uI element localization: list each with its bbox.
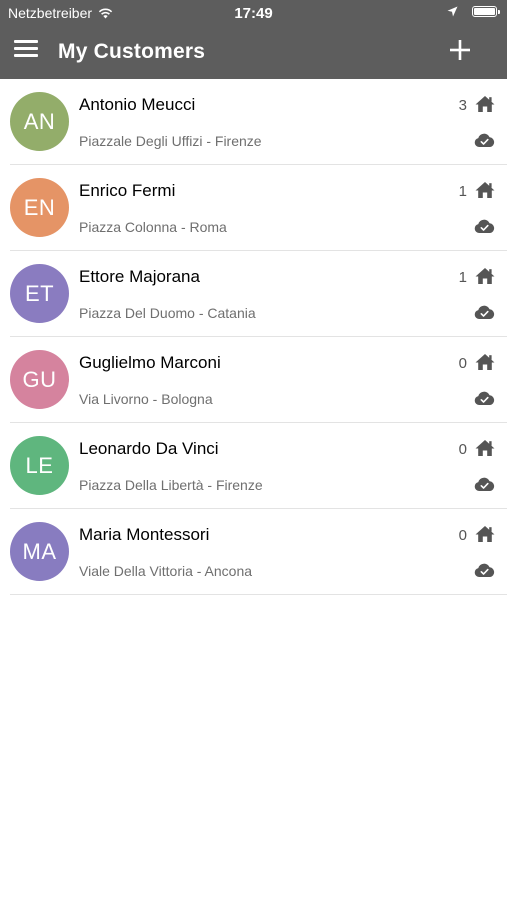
customer-row[interactable]: AN Antonio Meucci Piazzale Degli Uffizi … <box>10 79 507 165</box>
customer-address: Via Livorno - Bologna <box>79 391 213 407</box>
cloud-check-icon <box>474 563 495 577</box>
house-count: 1 <box>458 183 467 200</box>
status-bar: Netzbetreiber 17:49 <box>0 0 507 26</box>
customer-name: Antonio Meucci <box>79 95 196 114</box>
customer-address: Piazza Colonna - Roma <box>79 219 227 235</box>
customer-row[interactable]: LE Leonardo Da Vinci Piazza Della Libert… <box>10 423 507 509</box>
house-count: 3 <box>458 97 467 114</box>
location-arrow-icon <box>447 6 458 17</box>
avatar: AN <box>10 92 69 151</box>
avatar: ET <box>10 264 69 323</box>
house-count: 0 <box>458 441 467 458</box>
home-icon <box>475 268 495 284</box>
battery-icon <box>472 6 500 17</box>
customer-address: Piazza Della Libertà - Firenze <box>79 477 263 493</box>
avatar: LE <box>10 436 69 495</box>
customer-address: Piazzale Degli Uffizi - Firenze <box>79 133 262 149</box>
status-right-group <box>447 6 500 17</box>
customer-list: AN Antonio Meucci Piazzale Degli Uffizi … <box>0 79 507 595</box>
customer-row[interactable]: ET Ettore Majorana Piazza Del Duomo - Ca… <box>10 251 507 337</box>
cloud-check-icon <box>474 219 495 233</box>
menu-button[interactable] <box>14 40 40 62</box>
home-icon <box>475 526 495 542</box>
plus-icon <box>450 40 470 60</box>
house-count: 0 <box>458 527 467 544</box>
customer-address: Piazza Del Duomo - Catania <box>79 305 256 321</box>
customer-row[interactable]: EN Enrico Fermi Piazza Colonna - Roma 1 <box>10 165 507 251</box>
customer-name: Guglielmo Marconi <box>79 353 221 372</box>
customer-row[interactable]: GU Guglielmo Marconi Via Livorno - Bolog… <box>10 337 507 423</box>
home-icon <box>475 182 495 198</box>
customer-row[interactable]: MA Maria Montessori Viale Della Vittoria… <box>10 509 507 595</box>
avatar: EN <box>10 178 69 237</box>
customer-address: Viale Della Vittoria - Ancona <box>79 563 253 579</box>
status-time: 17:49 <box>234 5 273 22</box>
avatar: MA <box>10 522 69 581</box>
house-count: 1 <box>458 269 467 286</box>
cloud-check-icon <box>474 305 495 319</box>
cloud-check-icon <box>474 133 495 147</box>
customer-name: Ettore Majorana <box>79 267 200 286</box>
home-icon <box>475 354 495 370</box>
nav-bar: My Customers <box>0 26 507 79</box>
customer-name: Leonardo Da Vinci <box>79 439 219 458</box>
page-title: My Customers <box>58 40 206 63</box>
cloud-check-icon <box>474 477 495 491</box>
house-count: 0 <box>458 355 467 372</box>
home-icon <box>475 440 495 456</box>
app-header: Netzbetreiber 17:49 My Customers <box>0 0 507 79</box>
avatar: GU <box>10 350 69 409</box>
customer-name: Enrico Fermi <box>79 181 176 200</box>
home-icon <box>475 96 495 112</box>
cloud-check-icon <box>474 391 495 405</box>
add-customer-button[interactable] <box>449 39 471 61</box>
hamburger-menu-icon <box>14 40 40 57</box>
customer-name: Maria Montessori <box>79 525 210 544</box>
